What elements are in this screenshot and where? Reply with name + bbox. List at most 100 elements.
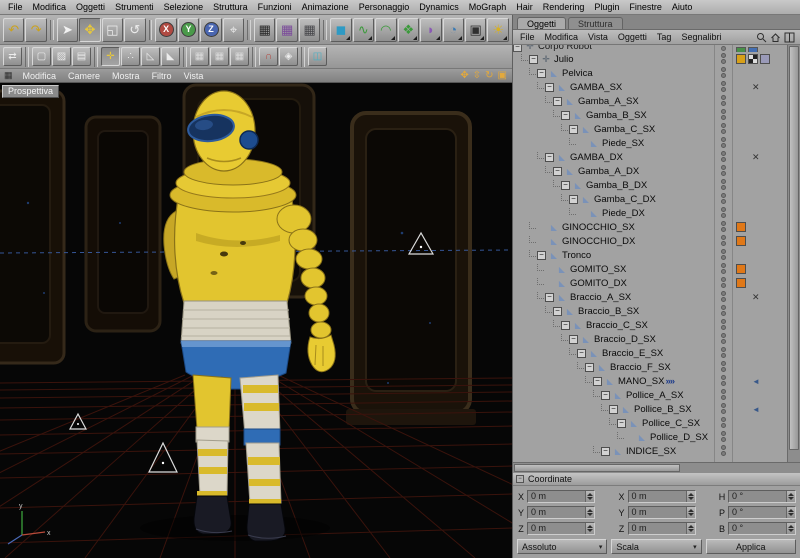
spinner-down-icon[interactable]: [587, 513, 593, 516]
spinner[interactable]: [786, 523, 795, 534]
spinner-up-icon[interactable]: [688, 509, 694, 512]
visibility-dots[interactable]: [717, 431, 729, 442]
expand-toggle[interactable]: −: [537, 251, 546, 260]
visibility-dots[interactable]: [717, 235, 729, 246]
spinner[interactable]: [786, 491, 795, 502]
tag-icon[interactable]: [736, 236, 746, 246]
points-mode-icon[interactable]: ∴: [121, 47, 140, 66]
scale-tool-icon[interactable]: ◱: [102, 18, 123, 42]
search-icon[interactable]: [756, 32, 767, 43]
spinner[interactable]: [686, 523, 695, 534]
spinner-up-icon[interactable]: [688, 525, 694, 528]
visibility-dots[interactable]: [717, 319, 729, 330]
zoom-view-icon[interactable]: ⇳: [473, 70, 481, 81]
menu-hair[interactable]: Hair: [511, 2, 538, 12]
tree-item-gamba-b-dx[interactable]: −◣Gamba_B_DX: [513, 178, 787, 192]
tag-icon[interactable]: [736, 222, 746, 232]
tree-vertical-scrollbar[interactable]: [787, 45, 800, 462]
spinner-down-icon[interactable]: [688, 513, 694, 516]
rotate-tool-icon[interactable]: ↺: [124, 18, 145, 42]
visibility-dots[interactable]: [717, 263, 729, 274]
expand-toggle[interactable]: −: [569, 335, 578, 344]
tree-item-mano-sx[interactable]: −◣MANO_SX»»◄: [513, 374, 787, 388]
spinner-up-icon[interactable]: [788, 525, 794, 528]
menu-plugin[interactable]: Plugin: [589, 2, 624, 12]
ik-tag-icon[interactable]: ✕: [752, 152, 760, 163]
visibility-dots[interactable]: [717, 277, 729, 288]
live-selection-icon[interactable]: ➤: [57, 18, 78, 42]
spinner-up-icon[interactable]: [587, 525, 593, 528]
menu-struttura[interactable]: Struttura: [208, 2, 253, 12]
tree-item-pollice-b-sx[interactable]: −◣Pollice_B_SX◄: [513, 402, 787, 416]
vertical-scroll-thumb[interactable]: [789, 46, 799, 450]
visibility-dots[interactable]: [717, 291, 729, 302]
tag-icon[interactable]: [736, 54, 746, 64]
visibility-dots[interactable]: [717, 361, 729, 372]
tab-oggetti[interactable]: Oggetti: [517, 17, 566, 29]
menu-modifica[interactable]: Modifica: [28, 2, 72, 12]
coord-field-size-z[interactable]: 0 m: [628, 522, 696, 535]
model-mode-icon[interactable]: ▢: [32, 47, 51, 66]
visibility-dots[interactable]: [717, 389, 729, 400]
tree-item-pollice-c-sx[interactable]: −◣Pollice_C_SX: [513, 416, 787, 430]
polygons-mode-icon[interactable]: ◣: [161, 47, 180, 66]
coord-field-size-x[interactable]: 0 m: [628, 490, 696, 503]
undo-icon[interactable]: ↶: [3, 18, 24, 42]
expand-toggle[interactable]: −: [537, 69, 546, 78]
render-picture-viewer-icon[interactable]: ▦: [276, 18, 297, 42]
viewport-menu-filtro[interactable]: Filtro: [146, 71, 178, 81]
visibility-dots[interactable]: [717, 221, 729, 232]
spinner[interactable]: [585, 507, 594, 518]
tree-item-gamba-c-dx[interactable]: −◣Gamba_C_DX: [513, 192, 787, 206]
tree-item-gamba-a-sx[interactable]: −◣Gamba_A_SX: [513, 94, 787, 108]
pan-view-icon[interactable]: ✥: [460, 70, 468, 81]
expand-toggle[interactable]: −: [561, 111, 570, 120]
visibility-dots[interactable]: [717, 403, 729, 414]
tree-item-braccio-e-sx[interactable]: −◣Braccio_E_SX: [513, 346, 787, 360]
menu-strumenti[interactable]: Strumenti: [110, 2, 159, 12]
spinner-down-icon[interactable]: [788, 497, 794, 500]
tag-icon[interactable]: [760, 54, 770, 64]
spinner[interactable]: [686, 491, 695, 502]
expand-toggle[interactable]: −: [561, 181, 570, 190]
menu-personaggio[interactable]: Personaggio: [354, 2, 415, 12]
menu-animazione[interactable]: Animazione: [297, 2, 354, 12]
apply-button[interactable]: Applica: [706, 539, 796, 554]
tree-item-julio[interactable]: −✛Julio: [513, 52, 787, 66]
magnet-snap-icon[interactable]: ∩: [259, 47, 278, 66]
grid-array-1-icon[interactable]: ▦: [190, 47, 209, 66]
visibility-dots[interactable]: [717, 151, 729, 162]
coordinate-system-icon[interactable]: ⌖: [223, 18, 244, 42]
viewport-menu-vista[interactable]: Vista: [178, 71, 210, 81]
tree-item-ginocchio-dx[interactable]: ◣GINOCCHIO_DX: [513, 234, 787, 248]
tree-item-tronco[interactable]: −◣Tronco: [513, 248, 787, 262]
tree-item-gamba-c-sx[interactable]: −◣Gamba_C_SX: [513, 122, 787, 136]
visibility-dots[interactable]: [717, 445, 729, 456]
visibility-dots[interactable]: [717, 375, 729, 386]
tree-item-braccio-f-sx[interactable]: −◣Braccio_F_SX: [513, 360, 787, 374]
visibility-dots[interactable]: [717, 347, 729, 358]
viewport-label[interactable]: Prospettiva: [2, 85, 59, 98]
menu-mograph[interactable]: MoGraph: [464, 2, 512, 12]
visibility-dots[interactable]: [717, 193, 729, 204]
snap-settings-icon[interactable]: ◈: [279, 47, 298, 66]
om-menu-vista[interactable]: Vista: [583, 32, 613, 42]
tree-item-gamba-b-sx[interactable]: −◣Gamba_B_SX: [513, 108, 787, 122]
constraint-tag-icon[interactable]: ◄: [752, 377, 760, 386]
expand-toggle[interactable]: −: [561, 321, 570, 330]
grid-array-3-icon[interactable]: ▦: [230, 47, 249, 66]
expand-toggle[interactable]: −: [553, 167, 562, 176]
expand-toggle[interactable]: −: [593, 377, 602, 386]
expand-toggle[interactable]: −: [601, 391, 610, 400]
tree-item-gamba-dx[interactable]: −◣GAMBA_DX✕: [513, 150, 787, 164]
visibility-dots[interactable]: [717, 53, 729, 64]
expand-toggle[interactable]: −: [529, 55, 538, 64]
expand-toggle[interactable]: −: [545, 83, 554, 92]
redo-icon[interactable]: ↷: [25, 18, 46, 42]
spinner-down-icon[interactable]: [587, 529, 593, 532]
tree-item-piede-dx[interactable]: ◣Piede_DX: [513, 206, 787, 220]
tree-item-corpo-robot[interactable]: −✛Corpo Robot: [513, 45, 787, 52]
edges-mode-icon[interactable]: ◺: [141, 47, 160, 66]
spinner-up-icon[interactable]: [788, 493, 794, 496]
spline-pen-icon[interactable]: ∿: [353, 18, 374, 42]
